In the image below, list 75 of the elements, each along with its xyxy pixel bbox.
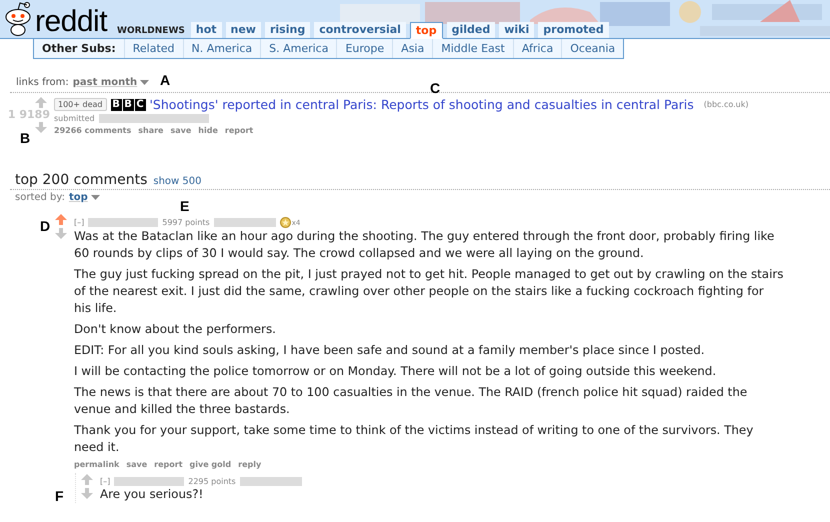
show-more-link[interactable]: show 500 [153,176,202,187]
action-link[interactable]: 29266 comments [54,126,132,135]
logo-letter: B [110,98,122,110]
collapse-toggle[interactable]: [–] [100,477,110,486]
nav-link[interactable]: Related [124,39,184,58]
logo-letter: B [122,98,134,110]
nav-link[interactable]: Europe [337,39,394,58]
redacted-username [88,218,158,227]
flair-tag: 100+ dead [54,98,106,111]
domain-label: (bbc.co.uk) [704,100,748,109]
nav-label: Other Subs: [34,39,125,58]
logo-letter: C [134,98,146,110]
action-link[interactable]: permalink [74,460,120,469]
redacted-timestamp [214,218,276,227]
subreddit-name[interactable]: WORLDNEWS [117,26,185,36]
sort-tab[interactable]: new [226,22,261,38]
award-star-icon [280,217,291,228]
downvote-arrow[interactable] [81,488,93,499]
comment-text: Don't know about the performers. [74,321,277,338]
sort-label: sorted by: [15,192,65,203]
sort-tab[interactable]: hot [190,22,222,38]
comment-text: Are you serious?! [100,486,204,503]
nav-link[interactable]: Oceania [562,39,624,58]
sort-tab[interactable]: promoted [538,22,609,38]
collapse-toggle[interactable]: [–] [74,218,84,227]
points-count: 5997 points [162,218,210,227]
sort-tab[interactable]: gilded [446,22,496,38]
sort-tab[interactable]: wiki [499,22,534,38]
annotation-letter: F [55,488,64,504]
action-link[interactable]: reply [238,460,262,469]
downvote-arrow[interactable] [55,228,67,239]
action-link[interactable]: report [154,460,183,469]
post-title-link[interactable]: 'Shootings' reported in central Paris: Reports of shooting and casualties in central Paris [150,97,694,112]
comment-text: EDIT: For all you kind souls asking, I have been safe and sound at a family member's place since I posted. [74,342,706,359]
action-link[interactable]: save [170,126,192,135]
score-count: 1 9189 [8,109,50,121]
reddit-logo[interactable]: reddit [35,8,108,36]
sort-tab[interactable]: rising [264,22,310,38]
action-link[interactable]: give gold [190,460,232,469]
annotation-letter: D [40,218,50,234]
nav-link[interactable]: Asia [393,39,434,58]
redacted-username [114,477,184,486]
upvote-arrow[interactable] [55,214,67,225]
comment-text: Was at the Bataclan like an hour ago during the shooting. The guy entered through the front door, probably firing like 60 rounds by clips of 30 I would say. The crowd collapsed and we were all laying on the ground. [74,228,776,262]
annotation-letter: B [20,130,30,146]
dropdown-caret-icon [90,195,100,200]
comment-text: I will be contacting the police tomorrow or on Monday. There will not be a lot of going outside this weekend. [74,363,718,380]
upvote-arrow[interactable] [81,474,93,485]
comment-text: Thank you for your support, take some time to think of the victims instead of writing to one of the survivors. They need it. [74,422,754,456]
nav-link[interactable]: N. America [184,39,262,58]
comment-text: The news is that there are about 70 to 100 casualties in the venue. The RAID (french police hit squad) raided the venue and killed the three bastards. [74,384,748,418]
annotation-letter: E [180,198,190,214]
nav-link[interactable]: Africa [514,39,562,58]
alien-logo-icon [3,2,33,36]
time-dropdown[interactable]: past month [72,77,150,88]
action-link[interactable]: hide [198,126,218,135]
comments-heading: top 200 comments [15,172,148,188]
sort-tab[interactable]: top [410,22,443,39]
downvote-arrow[interactable] [35,122,47,133]
redacted-timestamp [240,477,302,486]
submitted-text: submitted [54,114,95,123]
comment-text: The guy just fucking spread on the pit, I just prayed not to get hit. People managed to get out by crawling on the stairs of the nearest exit. I just did the same, crawling over other people on the stairs like a fucking cockroach fighting for his life. [74,266,784,317]
annotation-letter: A [160,72,170,88]
dropdown-caret-icon [140,80,150,85]
nav-link[interactable]: Middle East [433,39,514,58]
annotation-letter: C [430,80,440,96]
nav-link[interactable]: S. America [261,39,338,58]
sort-tab[interactable]: controversial [314,22,406,38]
upvote-arrow[interactable] [35,97,47,108]
points-count: 2295 points [188,477,236,486]
action-link[interactable]: share [138,126,164,135]
action-link[interactable]: report [224,126,254,135]
filter-label: links from: [16,77,69,88]
sort-dropdown[interactable]: top [68,192,100,203]
action-link[interactable]: save [126,460,148,469]
